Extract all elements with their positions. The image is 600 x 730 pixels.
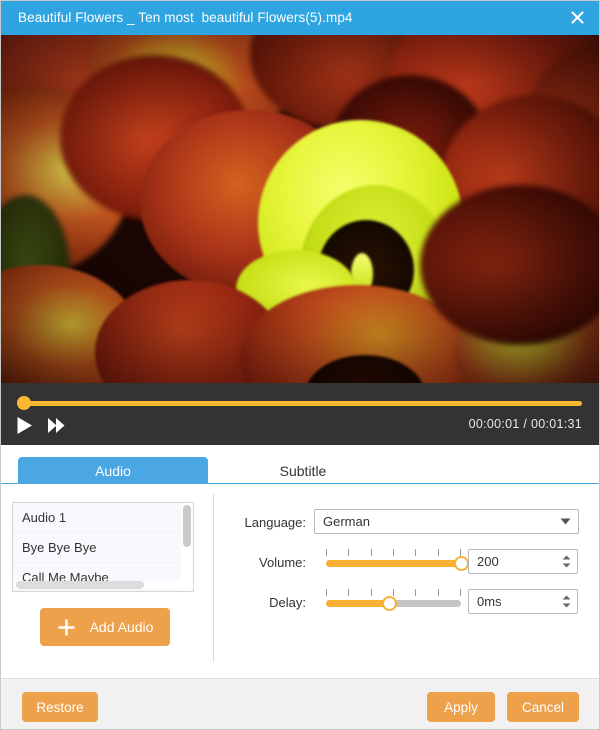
volume-input[interactable]: 200 bbox=[468, 549, 578, 574]
stepper-arrows-icon[interactable] bbox=[555, 595, 577, 608]
volume-slider-fill bbox=[326, 560, 461, 567]
tab-subtitle[interactable]: Subtitle bbox=[208, 457, 398, 485]
slider-tick bbox=[415, 549, 416, 556]
volume-label: Volume: bbox=[259, 554, 306, 570]
seek-bar[interactable] bbox=[17, 396, 582, 410]
audio-settings-dialog: Beautiful Flowers _ Ten most beautiful F… bbox=[0, 0, 600, 730]
language-row: Language: bbox=[234, 510, 306, 534]
dialog-footer: Restore Apply Cancel bbox=[0, 678, 600, 730]
play-button[interactable] bbox=[16, 416, 33, 435]
video-frame bbox=[0, 35, 600, 383]
player-controls: 00:00:01 / 00:01:31 bbox=[0, 383, 600, 445]
slider-tick bbox=[393, 549, 394, 556]
close-button[interactable] bbox=[554, 0, 600, 35]
play-icon bbox=[17, 417, 32, 434]
tab-audio[interactable]: Audio bbox=[18, 457, 208, 485]
vertical-scrollbar-thumb[interactable] bbox=[183, 505, 191, 547]
fast-forward-icon bbox=[48, 418, 65, 433]
slider-tick bbox=[371, 589, 372, 596]
title-bar: Beautiful Flowers _ Ten most beautiful F… bbox=[0, 0, 600, 35]
settings-content: Audio 1 Bye Bye Bye Call Me Maybe Add Au… bbox=[0, 484, 600, 678]
tab-bar: Audio Subtitle bbox=[0, 445, 600, 485]
language-label: Language: bbox=[244, 514, 306, 530]
panel-divider bbox=[213, 494, 214, 662]
delay-label: Delay: bbox=[269, 594, 306, 610]
horizontal-scrollbar-thumb[interactable] bbox=[16, 581, 144, 589]
slider-tick bbox=[438, 589, 439, 596]
delay-slider-handle[interactable] bbox=[382, 596, 398, 611]
delay-slider-ticks bbox=[326, 589, 461, 597]
slider-tick bbox=[415, 589, 416, 596]
slider-tick bbox=[348, 549, 349, 556]
seek-handle[interactable] bbox=[17, 396, 31, 410]
add-audio-label: Add Audio bbox=[89, 619, 154, 635]
list-item[interactable]: Audio 1 bbox=[13, 503, 181, 533]
time-display: 00:00:01 / 00:01:31 bbox=[468, 417, 582, 431]
slider-tick bbox=[460, 549, 461, 556]
delay-slider-fill bbox=[326, 600, 390, 607]
transport-controls bbox=[16, 416, 66, 435]
slider-tick bbox=[326, 589, 327, 596]
close-icon bbox=[570, 11, 584, 24]
slider-tick bbox=[371, 549, 372, 556]
video-preview[interactable] bbox=[0, 35, 600, 383]
horizontal-scrollbar[interactable] bbox=[14, 581, 192, 589]
volume-row: Volume: bbox=[234, 550, 306, 574]
add-audio-button[interactable]: Add Audio bbox=[40, 608, 170, 646]
seek-track bbox=[18, 401, 582, 406]
vignette bbox=[0, 35, 600, 383]
delay-row: Delay: bbox=[234, 590, 306, 614]
restore-button[interactable]: Restore bbox=[22, 692, 98, 722]
tab-strip: Audio Subtitle bbox=[18, 457, 398, 485]
volume-slider-track bbox=[326, 560, 461, 567]
slider-tick bbox=[438, 549, 439, 556]
volume-slider-handle[interactable] bbox=[454, 556, 469, 571]
language-value: German bbox=[323, 514, 370, 529]
language-select[interactable]: German bbox=[314, 509, 579, 534]
vertical-scrollbar[interactable] bbox=[182, 504, 192, 580]
slider-tick bbox=[348, 589, 349, 596]
chevron-down-icon bbox=[552, 518, 578, 525]
fast-forward-button[interactable] bbox=[47, 417, 66, 434]
stepper-arrows-icon[interactable] bbox=[555, 555, 577, 568]
cancel-button[interactable]: Cancel bbox=[507, 692, 579, 722]
slider-tick bbox=[326, 549, 327, 556]
delay-slider[interactable] bbox=[326, 589, 461, 615]
slider-tick bbox=[393, 589, 394, 596]
delay-input[interactable]: 0ms bbox=[468, 589, 578, 614]
apply-button[interactable]: Apply bbox=[427, 692, 495, 722]
window-title: Beautiful Flowers _ Ten most beautiful F… bbox=[18, 10, 353, 25]
slider-tick bbox=[460, 589, 461, 596]
volume-slider-ticks bbox=[326, 549, 461, 557]
list-item[interactable]: Bye Bye Bye bbox=[13, 533, 181, 563]
delay-value: 0ms bbox=[477, 594, 502, 609]
volume-slider[interactable] bbox=[326, 549, 469, 575]
plus-icon bbox=[57, 618, 76, 637]
volume-value: 200 bbox=[477, 554, 499, 569]
audio-track-list[interactable]: Audio 1 Bye Bye Bye Call Me Maybe bbox=[12, 502, 194, 592]
